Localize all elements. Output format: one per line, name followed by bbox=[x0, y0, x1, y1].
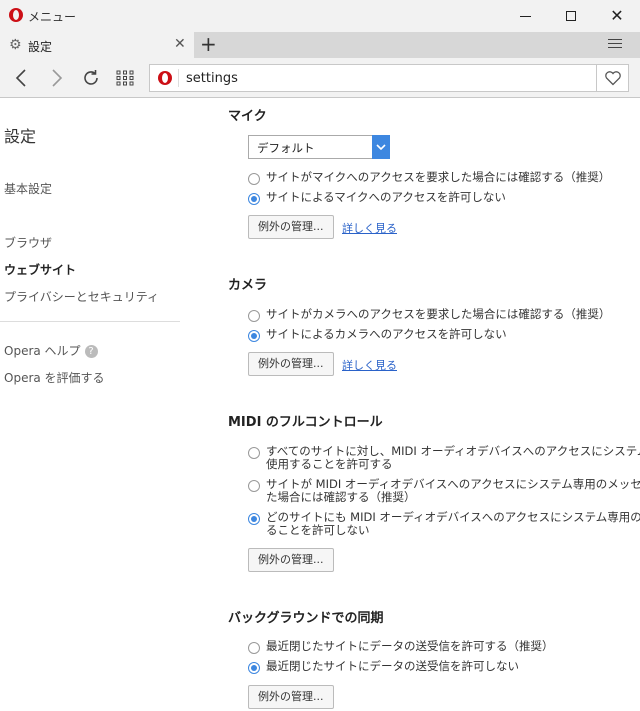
close-icon: ✕ bbox=[610, 6, 624, 25]
radio-label: サイトによるマイクへのアクセスを許可しない bbox=[266, 190, 506, 204]
chevron-right-icon bbox=[52, 69, 63, 87]
radio-label: 最近閉じたサイトにデータの送受信を許可する（推奨） bbox=[266, 639, 554, 653]
radio-label: サイトが MIDI オーディオデバイスへのアクセスにシステム専用のメッセージの使… bbox=[266, 478, 640, 504]
radio-label: サイトによるカメラへのアクセスを許可しない bbox=[266, 327, 507, 341]
reload-icon bbox=[84, 70, 98, 85]
forward-button[interactable] bbox=[44, 66, 70, 90]
help-icon: ? bbox=[84, 345, 98, 358]
tab-bar: ⚙ 設定 ✕ + bbox=[0, 32, 640, 58]
speed-dial-button[interactable] bbox=[112, 66, 138, 90]
sidebar-title: 設定 bbox=[4, 127, 37, 146]
radio-button[interactable] bbox=[248, 310, 260, 322]
mic-learn-more-link[interactable]: 詳しく見る bbox=[342, 220, 397, 236]
midi-manage-exceptions-button[interactable]: 例外の管理... bbox=[248, 548, 334, 572]
chevron-left-icon bbox=[15, 69, 26, 87]
tab-close-button[interactable]: ✕ bbox=[174, 36, 186, 52]
sidebar-item-websites[interactable]: ウェブサイト bbox=[4, 261, 76, 278]
sidebar-item-basic[interactable]: 基本設定 bbox=[4, 180, 52, 197]
mic-device-value: デフォルト bbox=[257, 141, 315, 155]
opera-logo-icon[interactable] bbox=[9, 8, 23, 22]
sidebar-item-privacy[interactable]: プライバシーとセキュリティ bbox=[4, 288, 159, 305]
background-sync-section-title: バックグラウンドでの同期 bbox=[228, 611, 384, 626]
radio-button[interactable] bbox=[248, 173, 260, 185]
grid-icon bbox=[116, 70, 134, 86]
radio-label-line: ることを許可しない bbox=[266, 523, 370, 537]
radio-label-line: た場合には確認する（推奨） bbox=[266, 490, 416, 504]
settings-sidebar: 設定 基本設定 ブラウザ ウェブサイト プライバシーとセキュリティ Opera … bbox=[0, 99, 208, 711]
radio-label-line: 使用することを許可する bbox=[266, 457, 393, 471]
minimize-icon bbox=[519, 15, 531, 17]
sidebar-item-browser[interactable]: ブラウザ bbox=[4, 234, 52, 251]
address-separator bbox=[178, 69, 179, 87]
radio-label: サイトがマイクへのアクセスを要求した場合には確認する（推奨） bbox=[266, 170, 611, 184]
sidebar-help-label: Opera ヘルプ bbox=[4, 344, 81, 358]
back-button[interactable] bbox=[8, 66, 34, 90]
background-manage-exceptions-button[interactable]: 例外の管理... bbox=[248, 685, 334, 709]
camera-learn-more-link[interactable]: 詳しく見る bbox=[342, 357, 397, 373]
radio-button[interactable] bbox=[248, 447, 260, 459]
tab-title: 設定 bbox=[28, 40, 53, 54]
radio-label-line: どのサイトにも MIDI オーディオデバイスへのアクセスにシステム専用のメッセー… bbox=[266, 510, 640, 524]
camera-section-title: カメラ bbox=[228, 278, 268, 293]
radio-label: 最近閉じたサイトにデータの送受信を許可しない bbox=[266, 659, 519, 673]
mic-section-title: マイク bbox=[228, 109, 267, 124]
radio-label: サイトがカメラへのアクセスを要求した場合には確認する（推奨） bbox=[266, 307, 611, 321]
sidebar-divider bbox=[0, 321, 180, 322]
radio-label: どのサイトにも MIDI オーディオデバイスへのアクセスにシステム専用のメッセー… bbox=[266, 511, 640, 537]
title-bar: メニュー ✕ bbox=[0, 0, 640, 32]
radio-label: すべてのサイトに対し、MIDI オーディオデバイスへのアクセスにシステム専用のメ… bbox=[266, 445, 640, 471]
chevron-down-icon bbox=[372, 135, 390, 159]
radio-button[interactable] bbox=[248, 193, 260, 205]
tab-menu-icon-line bbox=[608, 47, 622, 48]
toolbar: settings bbox=[0, 58, 640, 98]
radio-label-line: サイトが MIDI オーディオデバイスへのアクセスにシステム専用のメッセージの使… bbox=[266, 477, 640, 491]
maximize-button[interactable] bbox=[548, 0, 594, 32]
bookmark-heart-button[interactable] bbox=[597, 64, 629, 92]
reload-button[interactable] bbox=[78, 66, 104, 90]
heart-icon bbox=[604, 71, 621, 86]
radio-button[interactable] bbox=[248, 480, 260, 492]
radio-button[interactable] bbox=[248, 513, 260, 525]
close-window-button[interactable]: ✕ bbox=[594, 0, 640, 32]
radio-button[interactable] bbox=[248, 330, 260, 342]
tab-settings[interactable]: ⚙ 設定 ✕ bbox=[0, 32, 194, 58]
camera-manage-exceptions-button[interactable]: 例外の管理... bbox=[248, 352, 334, 376]
radio-button[interactable] bbox=[248, 662, 260, 674]
radio-label-line: すべてのサイトに対し、MIDI オーディオデバイスへのアクセスにシステム専用のメ… bbox=[266, 444, 640, 458]
menu-label[interactable]: メニュー bbox=[28, 8, 76, 25]
mic-device-select[interactable]: デフォルト bbox=[248, 135, 390, 159]
address-text[interactable]: settings bbox=[186, 71, 238, 86]
sidebar-item-help[interactable]: Opera ヘルプ? bbox=[4, 342, 98, 359]
gear-icon: ⚙ bbox=[9, 37, 22, 53]
minimize-button[interactable] bbox=[502, 0, 548, 32]
address-bar[interactable]: settings bbox=[149, 64, 597, 92]
new-tab-button[interactable]: + bbox=[200, 34, 217, 54]
opera-page-icon bbox=[158, 71, 172, 85]
settings-content: マイク デフォルト サイトがマイクへのアクセスを要求した場合には確認する（推奨）… bbox=[208, 99, 640, 711]
maximize-icon bbox=[566, 11, 576, 21]
tab-menu-icon-line bbox=[608, 39, 622, 40]
tab-menu-icon-line bbox=[608, 43, 622, 44]
radio-button[interactable] bbox=[248, 642, 260, 654]
mic-manage-exceptions-button[interactable]: 例外の管理... bbox=[248, 215, 334, 239]
tab-menu-button[interactable] bbox=[608, 39, 622, 51]
midi-section-title: MIDI のフルコントロール bbox=[228, 415, 383, 430]
sidebar-item-rate[interactable]: Opera を評価する bbox=[4, 369, 105, 386]
